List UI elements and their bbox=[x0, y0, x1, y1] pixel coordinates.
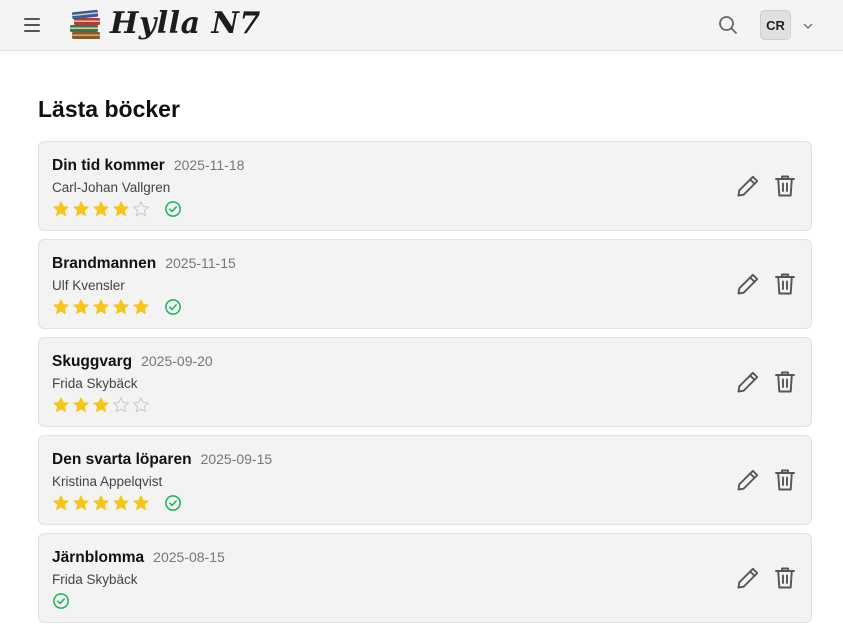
star-filled-icon bbox=[53, 201, 69, 217]
star-filled-icon bbox=[73, 201, 89, 217]
star-filled-icon bbox=[73, 299, 89, 315]
star-filled-icon bbox=[93, 299, 109, 315]
book-author: Carl-Johan Vallgren bbox=[52, 180, 171, 195]
star-filled-icon bbox=[113, 495, 129, 511]
book-title: Järnblomma bbox=[52, 549, 145, 566]
book-title-row: Brandmannen 2025-11-15 bbox=[52, 255, 236, 273]
app-title: Hylla N7 bbox=[110, 5, 261, 41]
book-read-date: 2025-11-18 bbox=[173, 157, 245, 173]
star-filled-icon bbox=[93, 495, 109, 511]
star-filled-icon bbox=[93, 397, 109, 413]
delete-trash-icon[interactable] bbox=[773, 369, 797, 395]
book-title-row: Järnblomma 2025-08-15 bbox=[52, 549, 225, 567]
read-check-icon bbox=[165, 201, 181, 217]
star-filled-icon bbox=[113, 299, 129, 315]
book-card[interactable]: Den svarta löparen 2025-09-15 Kristina App… bbox=[38, 435, 812, 525]
rating-row bbox=[52, 591, 70, 611]
star-empty-icon bbox=[133, 201, 149, 217]
page-title: Lästa böcker bbox=[38, 96, 180, 122]
book-title: Skuggvarg bbox=[52, 353, 133, 370]
book-author: Frida Skybäck bbox=[52, 376, 138, 391]
app-logo[interactable]: Hylla N7 bbox=[68, 2, 261, 48]
delete-trash-icon[interactable] bbox=[773, 565, 797, 591]
book-author: Ulf Kvensler bbox=[52, 278, 125, 293]
rating-row bbox=[52, 493, 182, 513]
star-filled-icon bbox=[53, 397, 69, 413]
book-card[interactable]: Skuggvarg 2025-09-20 Frida Skybäck bbox=[38, 337, 812, 427]
book-read-date: 2025-08-15 bbox=[153, 549, 225, 565]
book-read-date: 2025-09-20 bbox=[141, 353, 213, 369]
rating-row bbox=[52, 297, 182, 317]
delete-trash-icon[interactable] bbox=[773, 173, 797, 199]
edit-pencil-icon[interactable] bbox=[735, 369, 761, 395]
delete-trash-icon[interactable] bbox=[773, 467, 797, 493]
book-card[interactable]: Järnblomma 2025-08-15 Frida Skybäck bbox=[38, 533, 812, 623]
chevron-down-icon[interactable] bbox=[802, 19, 814, 31]
book-title-row: Den svarta löparen 2025-09-15 bbox=[52, 451, 272, 469]
read-check-icon bbox=[53, 593, 69, 609]
book-card[interactable]: Din tid kommer 2025-11-18 Carl-Johan Vallg… bbox=[38, 141, 812, 231]
edit-pencil-icon[interactable] bbox=[735, 173, 761, 199]
star-filled-icon bbox=[93, 201, 109, 217]
star-filled-icon bbox=[53, 299, 69, 315]
book-author: Kristina Appelqvist bbox=[52, 474, 163, 489]
book-title-row: Din tid kommer 2025-11-18 bbox=[52, 157, 244, 175]
delete-trash-icon[interactable] bbox=[773, 271, 797, 297]
rating-row bbox=[52, 395, 152, 415]
star-filled-icon bbox=[53, 495, 69, 511]
books-stack-icon bbox=[70, 9, 100, 39]
book-title-row: Skuggvarg 2025-09-20 bbox=[52, 353, 213, 371]
star-filled-icon bbox=[73, 397, 89, 413]
book-author: Frida Skybäck bbox=[52, 572, 138, 587]
star-filled-icon bbox=[133, 495, 149, 511]
rating-row bbox=[52, 199, 182, 219]
book-title: Den svarta löparen bbox=[52, 451, 192, 468]
hamburger-menu-icon[interactable] bbox=[22, 14, 42, 36]
book-title: Din tid kommer bbox=[52, 157, 165, 174]
edit-pencil-icon[interactable] bbox=[735, 271, 761, 297]
star-filled-icon bbox=[73, 495, 89, 511]
book-read-date: 2025-11-15 bbox=[165, 255, 236, 271]
book-read-date: 2025-09-15 bbox=[200, 451, 273, 467]
top-bar: Hylla N7 CR bbox=[0, 0, 843, 51]
star-filled-icon bbox=[133, 299, 149, 315]
read-check-icon bbox=[165, 299, 181, 315]
edit-pencil-icon[interactable] bbox=[735, 467, 761, 493]
book-title: Brandmannen bbox=[52, 255, 157, 272]
edit-pencil-icon[interactable] bbox=[735, 565, 761, 591]
book-card[interactable]: Brandmannen 2025-11-15 Ulf Kvensler bbox=[38, 239, 812, 329]
star-empty-icon bbox=[113, 397, 129, 413]
search-icon[interactable] bbox=[716, 13, 740, 37]
user-avatar[interactable]: CR bbox=[760, 10, 791, 40]
star-empty-icon bbox=[133, 397, 149, 413]
star-filled-icon bbox=[113, 201, 129, 217]
read-check-icon bbox=[165, 495, 181, 511]
